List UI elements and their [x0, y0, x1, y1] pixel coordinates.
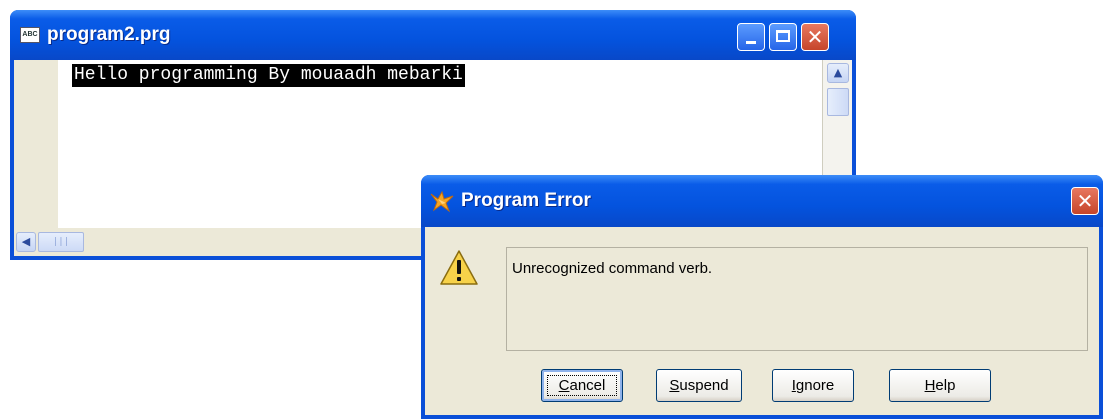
editor-close-button[interactable]: ✕	[801, 23, 829, 51]
editor-gutter	[14, 60, 58, 228]
editor-titlebar[interactable]: ABC program2.prg ✕	[10, 10, 856, 60]
help-label: elp	[935, 377, 956, 394]
minimize-icon	[746, 41, 756, 44]
editor-window-title: program2.prg	[47, 24, 171, 45]
cancel-button[interactable]: Cancel	[541, 369, 623, 402]
scroll-left-arrow-icon[interactable]: ◀	[16, 232, 36, 252]
suspend-button[interactable]: Suspend	[656, 369, 742, 402]
foxpro-icon	[430, 190, 454, 213]
dialog-close-button[interactable]: ✕	[1071, 187, 1099, 215]
close-icon: ✕	[806, 25, 824, 49]
suspend-access-key: S	[669, 377, 680, 394]
help-button[interactable]: Help	[889, 369, 991, 402]
vertical-scroll-thumb[interactable]	[827, 88, 849, 116]
focus-ring	[547, 375, 617, 396]
error-message-box: Unrecognized command verb.	[506, 247, 1088, 351]
ignore-button[interactable]: Ignore	[772, 369, 854, 402]
dialog-titlebar[interactable]: Program Error ✕	[421, 175, 1103, 227]
close-icon: ✕	[1076, 189, 1094, 213]
code-line-selected[interactable]: Hello programming By mouaadh mebarki	[72, 64, 465, 87]
minimize-button[interactable]	[737, 23, 765, 51]
maximize-button[interactable]	[769, 23, 797, 51]
error-message: Unrecognized command verb.	[512, 260, 713, 277]
scroll-up-arrow-icon[interactable]: ▲	[827, 63, 849, 83]
program-error-dialog: Program Error ✕ Unrecognized command ver…	[421, 175, 1103, 419]
suspend-label: uspend	[679, 377, 729, 394]
ignore-label: gnore	[795, 377, 835, 394]
dialog-title: Program Error	[461, 190, 591, 211]
help-access-key: H	[924, 377, 936, 394]
horizontal-scrollbar[interactable]: ◀ |||	[14, 232, 94, 252]
abc-text-icon: ABC	[20, 27, 40, 43]
horizontal-scroll-thumb[interactable]: |||	[38, 232, 84, 252]
maximize-icon	[776, 30, 790, 42]
dialog-body: Unrecognized command verb. Cancel Suspen…	[425, 227, 1099, 415]
warning-icon	[440, 250, 478, 285]
